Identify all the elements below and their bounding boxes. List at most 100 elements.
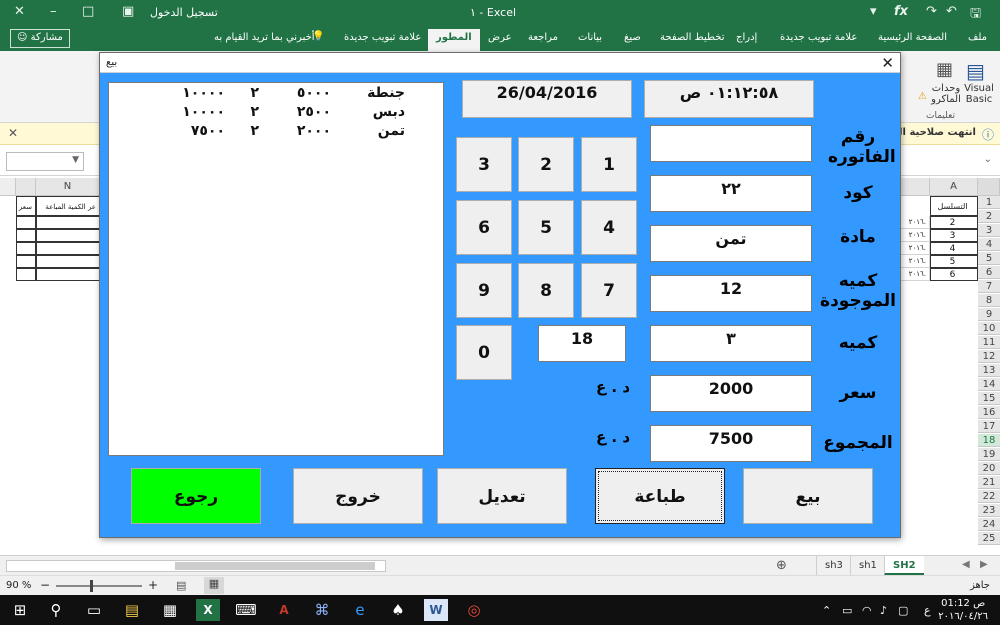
- tray-up-icon[interactable]: ⌃: [822, 604, 831, 617]
- dialog-close-icon[interactable]: ✕: [881, 54, 894, 72]
- serial-cell[interactable]: 4: [930, 242, 978, 255]
- tell-me-box[interactable]: أخبرني بما تريد القيام به: [214, 32, 315, 43]
- row-header[interactable]: 9: [978, 308, 1000, 321]
- row-header[interactable]: 8: [978, 294, 1000, 307]
- row-header[interactable]: 3: [978, 224, 1000, 237]
- solitaire-icon[interactable]: ♠: [386, 599, 410, 621]
- scroll-sheets-right-icon[interactable]: ▶: [980, 559, 988, 570]
- control-panel-icon[interactable]: ⌘: [310, 599, 334, 621]
- table-cell[interactable]: [36, 255, 100, 268]
- print-button[interactable]: طباعة: [595, 468, 725, 524]
- serial-cell[interactable]: 6: [930, 268, 978, 281]
- list-item[interactable]: تمن ٢٠٠٠ ٢ ٧٥٠٠: [109, 123, 443, 142]
- sheet-tab-sh2[interactable]: SH2: [884, 556, 924, 576]
- qty-field[interactable]: ٣: [650, 325, 812, 362]
- date-cell[interactable]: ٢٠١٦.: [900, 255, 930, 268]
- tab-view[interactable]: عرض: [488, 32, 512, 43]
- cell-price-header[interactable]: سعر: [16, 196, 36, 216]
- date-cell[interactable]: ٢٠١٦.: [900, 216, 930, 229]
- scroll-sheets-left-icon[interactable]: ◀: [962, 559, 970, 570]
- row-header[interactable]: 17: [978, 420, 1000, 433]
- chrome-icon[interactable]: ◎: [462, 599, 486, 621]
- exit-button[interactable]: خروج: [293, 468, 423, 524]
- redo-icon[interactable]: ↷: [926, 4, 937, 19]
- cell-qty-sold-header[interactable]: عر الكمية المباعة: [36, 196, 100, 216]
- total-field[interactable]: 7500: [650, 425, 812, 462]
- macros-icon[interactable]: ▦: [936, 59, 953, 80]
- sell-button[interactable]: بيع: [743, 468, 873, 524]
- row-header[interactable]: 4: [978, 238, 1000, 251]
- tab-file[interactable]: ملف: [968, 32, 987, 43]
- close-message-icon[interactable]: ✕: [8, 126, 18, 140]
- row-header[interactable]: 21: [978, 476, 1000, 489]
- visual-basic-icon[interactable]: ▤: [966, 59, 985, 83]
- serial-cell[interactable]: 2: [930, 216, 978, 229]
- search-icon[interactable]: ⚲: [44, 599, 68, 621]
- edit-button[interactable]: تعديل: [437, 468, 567, 524]
- keypad-2-button[interactable]: 2: [518, 137, 574, 192]
- keypad-4-button[interactable]: 4: [581, 200, 637, 255]
- ribbon-display-icon[interactable]: ▣: [122, 4, 134, 19]
- file-explorer-icon[interactable]: ▤: [120, 599, 144, 621]
- tab-page-layout[interactable]: تخطيط الصفحة: [660, 32, 725, 43]
- serial-cell[interactable]: 5: [930, 255, 978, 268]
- tab-insert[interactable]: إدراج: [736, 32, 757, 43]
- minimize-icon[interactable]: –: [50, 4, 57, 19]
- new-sheet-icon[interactable]: ⊕: [776, 558, 787, 573]
- close-window-icon[interactable]: ✕: [14, 4, 25, 19]
- row-header[interactable]: 20: [978, 462, 1000, 475]
- fx-icon[interactable]: fx: [894, 4, 908, 19]
- row-header[interactable]: 13: [978, 364, 1000, 377]
- table-cell[interactable]: [36, 216, 100, 229]
- visual-basic-label[interactable]: Visual Basic: [964, 83, 994, 105]
- sheet-tab-sh3[interactable]: sh3: [816, 556, 851, 576]
- sheet-tab-sh1[interactable]: sh1: [850, 556, 885, 576]
- access-icon[interactable]: A: [272, 599, 296, 621]
- tab-new-1[interactable]: علامة تبويب جديدة: [780, 32, 857, 43]
- notification-icon[interactable]: ▢: [898, 604, 908, 617]
- normal-view-icon[interactable]: ▦: [204, 577, 224, 594]
- zoom-slider-thumb[interactable]: [90, 580, 93, 592]
- windows-start-icon[interactable]: ⊞: [8, 599, 32, 621]
- row-header[interactable]: 16: [978, 406, 1000, 419]
- date-cell[interactable]: ٢٠١٦.: [900, 242, 930, 255]
- table-cell[interactable]: [36, 268, 100, 281]
- maximize-icon[interactable]: □: [82, 4, 94, 19]
- row-header[interactable]: 5: [978, 252, 1000, 265]
- wifi-icon[interactable]: ◠: [862, 604, 872, 617]
- row-header[interactable]: 14: [978, 378, 1000, 391]
- excel-icon[interactable]: X: [196, 599, 220, 621]
- zoom-slider[interactable]: [56, 580, 142, 592]
- edge-icon[interactable]: e: [348, 599, 372, 621]
- code-field[interactable]: ٢٢: [650, 175, 812, 212]
- tab-formulas[interactable]: صيغ: [624, 32, 641, 43]
- save-icon[interactable]: 🖫: [970, 4, 981, 26]
- store-icon[interactable]: ▦: [158, 599, 182, 621]
- vertical-scrollbar[interactable]: [0, 178, 16, 196]
- tab-developer[interactable]: المطور: [428, 29, 480, 51]
- zoom-level[interactable]: 90 %: [6, 580, 31, 591]
- horizontal-scroll-thumb[interactable]: [175, 562, 375, 570]
- table-cell[interactable]: [16, 268, 36, 281]
- tab-data[interactable]: بيانات: [578, 32, 602, 43]
- keypad-0-button[interactable]: 0: [456, 325, 512, 380]
- keypad-3-button[interactable]: 3: [456, 137, 512, 192]
- list-item[interactable]: جنطة ٥٠٠٠ ٢ ١٠٠٠٠: [109, 85, 443, 104]
- clock[interactable]: 01:12 ص ٢٠١٦/٠٤/٢٦: [938, 597, 988, 623]
- column-header-b[interactable]: [900, 178, 930, 196]
- task-view-icon[interactable]: ▭: [82, 599, 106, 621]
- cell-serial-header[interactable]: التسلسل: [930, 196, 978, 216]
- keypad-9-button[interactable]: 9: [456, 263, 512, 318]
- undo-icon[interactable]: ↶: [946, 4, 957, 19]
- macros-label[interactable]: وحدات الماكرو: [930, 83, 962, 105]
- signin-link[interactable]: تسجيل الدخول: [150, 6, 218, 19]
- volume-icon[interactable]: ♪: [880, 604, 887, 617]
- row-header[interactable]: 2: [978, 210, 1000, 223]
- row-header[interactable]: 1: [978, 196, 1000, 209]
- keypad-1-button[interactable]: 1: [581, 137, 637, 192]
- price-field[interactable]: 2000: [650, 375, 812, 412]
- zoom-out-icon[interactable]: −: [40, 578, 50, 592]
- tab-new-2[interactable]: علامة تبويب جديدة: [344, 32, 421, 43]
- row-header[interactable]: 15: [978, 392, 1000, 405]
- row-header[interactable]: 6: [978, 266, 1000, 279]
